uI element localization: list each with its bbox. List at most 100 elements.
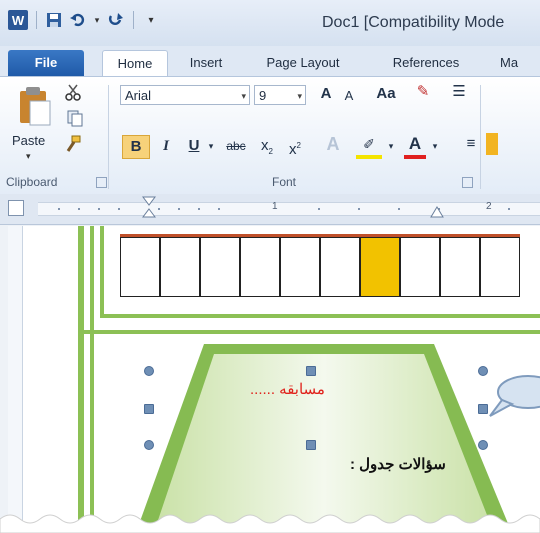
horizontal-ruler[interactable]: 1 2	[0, 194, 540, 225]
paste-icon[interactable]	[18, 85, 52, 127]
chevron-down-icon[interactable]: ▾	[297, 86, 302, 106]
shrink-font-icon[interactable]: A	[340, 85, 358, 107]
underline-dropdown-icon[interactable]: ▾	[206, 135, 216, 157]
grid-cell[interactable]	[280, 237, 320, 297]
superscript-button[interactable]: x2	[284, 135, 306, 158]
strikethrough-button[interactable]: abc	[222, 135, 250, 157]
tab-file[interactable]: File	[8, 50, 84, 76]
callout-shape[interactable]	[488, 370, 540, 430]
trapezoid-shape[interactable]	[134, 338, 514, 533]
grid-cell[interactable]	[440, 237, 480, 297]
font-name-value: Arial	[125, 88, 152, 103]
table-frame-line	[100, 314, 540, 318]
save-icon[interactable]	[45, 11, 63, 29]
answer-grid	[120, 234, 520, 299]
chevron-down-icon[interactable]: ▾	[241, 86, 246, 106]
grow-font-icon[interactable]: A	[316, 83, 336, 105]
table-frame-line	[100, 226, 104, 318]
ruler-tick	[508, 208, 510, 210]
tab-insert[interactable]: Insert	[178, 50, 234, 76]
grid-cell[interactable]	[320, 237, 360, 297]
tab-selector-icon[interactable]	[8, 200, 24, 216]
font-group-label: Font	[272, 175, 297, 189]
tab-page-layout[interactable]: Page Layout	[252, 50, 354, 76]
resize-handle[interactable]	[306, 440, 316, 450]
resize-handle[interactable]	[306, 366, 316, 376]
vertical-ruler[interactable]	[8, 226, 23, 533]
bullets-icon[interactable]: ☰	[446, 81, 472, 103]
title-bar: W ▾ ▾ Doc1 [Compatibility Mode	[0, 0, 540, 47]
ruler-tick	[178, 208, 180, 210]
resize-handle[interactable]	[144, 404, 154, 414]
word-window: W ▾ ▾ Doc1 [Compatibility Mode File Home…	[0, 0, 540, 533]
tab-mailings[interactable]: Ma	[500, 50, 540, 76]
resize-handle[interactable]	[478, 440, 488, 450]
font-name-combo[interactable]: Arial ▾	[120, 85, 250, 105]
quick-access-toolbar: W ▾ ▾	[8, 10, 160, 30]
superscript-label: x	[289, 141, 297, 158]
bold-button[interactable]: B	[122, 135, 150, 159]
grid-cell-highlighted[interactable]	[360, 237, 400, 297]
table-questions-text[interactable]: سؤالات جدول :	[350, 455, 446, 473]
copy-icon[interactable]	[66, 109, 84, 127]
font-color-dropdown-icon[interactable]: ▾	[430, 135, 440, 157]
window-title: Doc1 [Compatibility Mode	[322, 14, 505, 31]
grid-cell[interactable]	[200, 237, 240, 297]
group-separator	[108, 85, 109, 189]
font-launcher-icon[interactable]	[462, 177, 473, 188]
toolbar-separator	[36, 11, 37, 29]
customize-toolbar-icon[interactable]: ▾	[142, 11, 160, 29]
ruler-tick	[58, 208, 60, 210]
font-size-value: 9	[259, 88, 267, 103]
underline-button[interactable]: U	[184, 135, 204, 157]
subscript-button[interactable]: x2	[256, 135, 278, 157]
ruler-tick	[218, 208, 220, 210]
resize-handle[interactable]	[478, 404, 488, 414]
ribbon-home: Paste ▾ Clipboard Arial ▾ 9 ▾ A A Aa ✎ ☰…	[0, 76, 540, 196]
font-color-icon[interactable]: A	[404, 133, 426, 159]
highlight-dropdown-icon[interactable]: ▾	[386, 135, 396, 157]
page-border-line	[78, 226, 84, 533]
group-separator	[480, 85, 481, 189]
paste-dropdown-icon[interactable]: ▾	[26, 151, 31, 162]
resize-handle[interactable]	[478, 366, 488, 376]
toolbar-separator	[133, 11, 134, 29]
text-effects-icon[interactable]: A	[322, 133, 344, 155]
ruler-tick	[398, 208, 400, 210]
torn-edge-decoration	[0, 514, 540, 533]
paste-button-label[interactable]: Paste	[12, 133, 45, 148]
ruler-tick	[98, 208, 100, 210]
tab-home[interactable]: Home	[102, 50, 168, 77]
cut-icon[interactable]	[64, 83, 82, 101]
page-border-line	[90, 226, 94, 533]
change-case-icon[interactable]: Aa	[370, 83, 402, 105]
redo-icon[interactable]	[107, 11, 125, 29]
grid-cell[interactable]	[400, 237, 440, 297]
ruler-tick	[118, 208, 120, 210]
format-painter-icon[interactable]	[64, 135, 82, 153]
resize-handle[interactable]	[144, 440, 154, 450]
ruler-bar[interactable]: 1 2	[38, 201, 540, 216]
tab-references[interactable]: References	[376, 50, 476, 76]
highlight-icon[interactable]: ✐	[356, 133, 382, 159]
clear-formatting-icon[interactable]: ✎	[410, 81, 436, 103]
grid-cell[interactable]	[120, 237, 160, 297]
subscript-label: x	[261, 137, 269, 154]
undo-dropdown-icon[interactable]: ▾	[93, 11, 101, 29]
ruler-number: 1	[272, 201, 278, 212]
ruler-tick	[318, 208, 320, 210]
grid-cell[interactable]	[160, 237, 200, 297]
word-app-icon[interactable]: W	[8, 10, 28, 30]
grid-cell[interactable]	[240, 237, 280, 297]
undo-icon[interactable]	[69, 11, 87, 29]
italic-button[interactable]: I	[156, 135, 176, 157]
indent-marker-icon[interactable]	[142, 196, 156, 222]
quiz-heading-text[interactable]: مسابقه ......	[250, 380, 325, 398]
right-indent-marker-icon[interactable]	[430, 206, 444, 220]
ruler-tick	[78, 208, 80, 210]
clipboard-launcher-icon[interactable]	[96, 177, 107, 188]
grid-cell[interactable]	[480, 237, 520, 297]
font-size-combo[interactable]: 9 ▾	[254, 85, 306, 105]
paragraph-shading-icon[interactable]	[486, 133, 498, 155]
resize-handle[interactable]	[144, 366, 154, 376]
